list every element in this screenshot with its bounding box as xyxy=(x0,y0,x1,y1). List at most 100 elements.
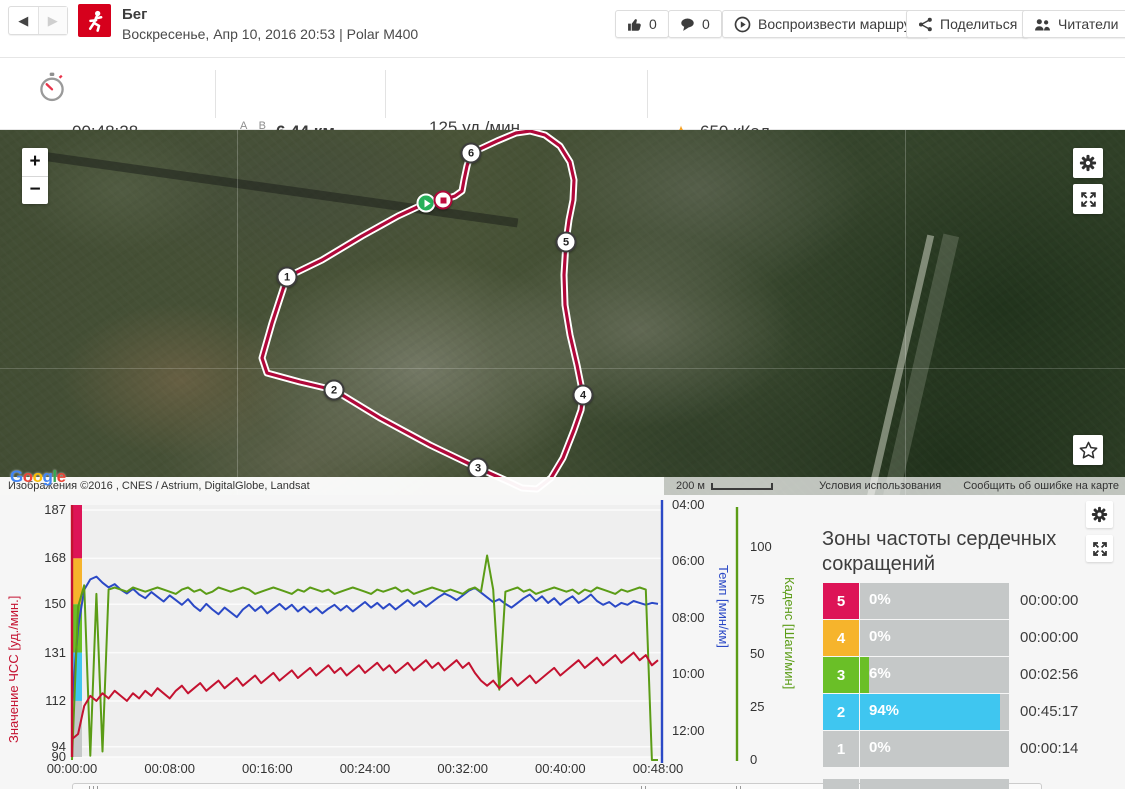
running-sport-icon xyxy=(78,4,111,37)
readers-button[interactable]: Читатели xyxy=(1022,10,1125,38)
share-button[interactable]: Поделиться xyxy=(906,10,1030,38)
zones-settings-button[interactable] xyxy=(1086,501,1113,528)
x-tick-label: 00:16:00 xyxy=(242,761,293,776)
zone-time: 00:02:56 xyxy=(1020,666,1079,683)
route-map[interactable]: 123456 + − Изображения ©2016 , CNES / As… xyxy=(0,130,1125,495)
cadence-tick-label: 100 xyxy=(750,539,772,554)
previous-activity-button[interactable]: ◀ xyxy=(9,7,39,34)
activity-title: Бег xyxy=(122,6,148,23)
favorite-route-button[interactable] xyxy=(1073,435,1103,465)
route-line xyxy=(258,130,587,493)
star-icon xyxy=(1079,441,1097,459)
zone-bar-track: 0% xyxy=(860,620,1009,656)
training-chart[interactable] xyxy=(0,495,820,789)
zone-time: 00:00:00 xyxy=(1020,592,1079,609)
like-count: 0 xyxy=(649,16,657,32)
x-tick-label: 00:48:00 xyxy=(632,761,684,776)
like-button[interactable]: 0 xyxy=(615,10,669,38)
hr-zone-row-2: 2 94% xyxy=(823,694,1009,730)
zone-percent: 94% xyxy=(869,702,900,719)
share-label: Поделиться xyxy=(940,16,1018,32)
map-attribution-text: Изображения ©2016 , CNES / Astrium, Digi… xyxy=(0,477,664,495)
map-scale-label: 200 м xyxy=(676,480,705,492)
map-attribution-bar: Изображения ©2016 , CNES / Astrium, Digi… xyxy=(0,477,1125,495)
x-tick-label: 00:32:00 xyxy=(437,761,488,776)
pace-tick-label: 08:00 xyxy=(672,609,705,625)
stopwatch-icon xyxy=(40,72,64,102)
pace-tick-label: 12:00 xyxy=(672,722,705,738)
comment-button[interactable]: 0 xyxy=(668,10,722,38)
google-logo: Google xyxy=(10,467,66,486)
km-marker-5: 5 xyxy=(555,231,577,253)
cadence-tick-label: 0 xyxy=(750,752,758,767)
readers-label: Читатели xyxy=(1058,16,1119,32)
hr-tick-label: 187 xyxy=(44,502,66,517)
pace-axis-title: Темп [мин/км] xyxy=(716,565,731,648)
gear-icon xyxy=(1079,154,1097,172)
hr-tick-label: 150 xyxy=(44,596,66,612)
zone-time: 00:45:17 xyxy=(1020,703,1079,720)
activity-nav-group: ◀ ▶ xyxy=(8,6,68,35)
map-settings-button[interactable] xyxy=(1073,148,1103,178)
chart-plot-area xyxy=(72,505,662,757)
x-tick-label: 00:08:00 xyxy=(144,761,195,776)
analysis-section: Значение ЧСС [уд./мин.] 187 168 150 131 112 9… xyxy=(0,495,1125,789)
hr-zone-row-1: 1 0% xyxy=(823,731,1009,767)
zone-percent: 6% xyxy=(869,665,891,682)
comment-icon xyxy=(681,18,694,31)
activity-subtitle: Воскресенье, Апр 10, 2016 20:53 | Polar … xyxy=(122,26,419,42)
zone-bar-track: 0% xyxy=(860,731,1009,767)
map-fullscreen-button[interactable] xyxy=(1073,184,1103,214)
hr-tick-label: 168 xyxy=(44,550,66,566)
map-scale-bar xyxy=(710,482,773,490)
x-tick-label: 00:40:00 xyxy=(535,761,586,776)
next-activity-button[interactable]: ▶ xyxy=(38,7,67,34)
pace-tick-label: 06:00 xyxy=(672,553,705,569)
km-marker-2: 2 xyxy=(323,379,345,401)
route-start-marker xyxy=(416,193,436,213)
gear-icon xyxy=(1091,506,1108,523)
cadence-tick-label: 50 xyxy=(750,645,765,661)
route-line xyxy=(260,130,585,491)
zone-bar-fill xyxy=(860,657,869,693)
zoom-in-button[interactable]: + xyxy=(22,148,48,177)
route-overlay xyxy=(258,130,587,493)
km-marker-1: 1 xyxy=(276,266,298,288)
play-route-label: Воспроизвести маршрут xyxy=(758,16,918,32)
cadence-tick-label: 25 xyxy=(750,698,765,714)
zone-number: 3 xyxy=(823,657,859,693)
thumbs-up-icon xyxy=(628,18,641,31)
hr-zone-band-5 xyxy=(72,505,82,559)
share-icon xyxy=(918,17,932,31)
x-tick-label: 00:00:00 xyxy=(46,761,98,776)
zone-number: 5 xyxy=(823,583,859,619)
pace-tick-label: 04:00 xyxy=(672,497,705,512)
zoom-out-button[interactable]: − xyxy=(22,177,48,205)
zone-number: 1 xyxy=(823,731,859,767)
zone-time: 00:00:14 xyxy=(1020,740,1079,757)
cadence-axis-title: Каденс [Шаги/мин] xyxy=(782,577,797,690)
activity-header: ◀ ▶ Бег Воскресенье, Апр 10, 2016 20:53 … xyxy=(0,0,1125,57)
pace-tick-label: 10:00 xyxy=(672,666,705,682)
map-scale: 200 м xyxy=(676,480,773,492)
zone-percent: 0% xyxy=(869,591,891,608)
map-terms-link[interactable]: Условия использования xyxy=(819,480,941,492)
zone-number: 4 xyxy=(823,620,859,656)
hr-tick-label: 131 xyxy=(44,644,66,660)
hr-zone-row-4: 4 0% xyxy=(823,620,1009,656)
stats-divider xyxy=(647,70,648,118)
play-route-button[interactable]: Воспроизвести маршрут xyxy=(722,10,930,38)
km-marker-6: 6 xyxy=(460,142,482,164)
map-zoom-control: + − xyxy=(22,148,48,204)
map-report-error-link[interactable]: Сообщить об ошибке на карте xyxy=(963,480,1119,492)
zone-bar-track: 94% xyxy=(860,694,1009,730)
route-end-marker xyxy=(433,190,453,210)
cadence-tick-label: 75 xyxy=(750,592,765,608)
km-marker-3: 3 xyxy=(467,457,489,479)
hr-zone-row-5: 5 0% xyxy=(823,583,1009,619)
km-marker-4: 4 xyxy=(572,384,594,406)
stats-divider xyxy=(215,70,216,118)
zone-percent: 0% xyxy=(869,628,891,645)
comment-count: 0 xyxy=(702,16,710,32)
hr-zones-title: Зоны частоты сердечных сокращений xyxy=(822,528,1057,575)
